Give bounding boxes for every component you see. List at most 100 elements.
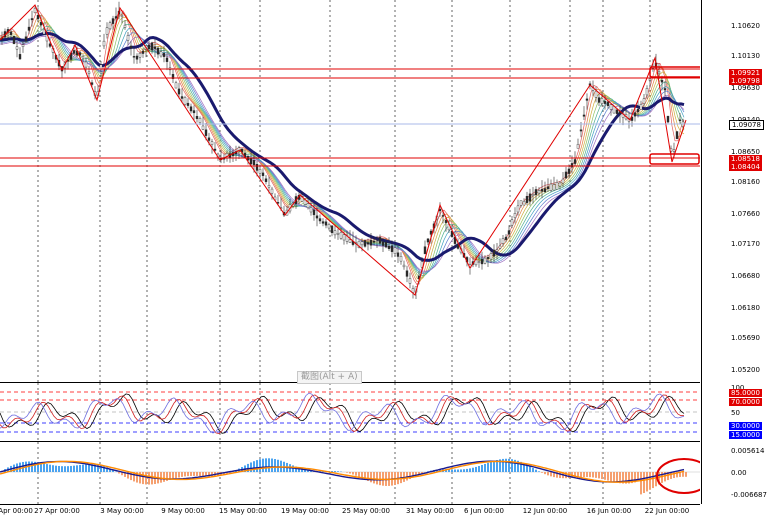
macd-histogram-bar — [352, 472, 354, 475]
macd-tick: 0.00 — [731, 469, 747, 477]
candle-body — [615, 109, 619, 114]
candle-body — [324, 221, 328, 226]
candle-body — [120, 15, 124, 17]
macd-histogram-bar — [175, 472, 177, 479]
price-tick: 1.05200 — [731, 366, 760, 374]
candle-body — [321, 221, 325, 224]
candle-body — [522, 201, 526, 206]
macd-histogram-bar — [172, 472, 174, 480]
macd-histogram-bar — [349, 472, 351, 474]
macd-histogram-bar — [457, 469, 459, 472]
candle-body — [567, 168, 571, 174]
macd-histogram-bar — [544, 472, 546, 475]
macd-histogram-bar — [118, 472, 120, 474]
macd-histogram-bar — [268, 458, 270, 472]
candle-body — [183, 97, 187, 105]
macd-histogram-bar — [481, 464, 483, 472]
candle-body — [102, 40, 106, 47]
macd-histogram-bar — [52, 465, 54, 472]
candle-body — [633, 112, 637, 117]
price-tick: 1.05690 — [731, 334, 760, 342]
candle-body — [540, 189, 544, 192]
osc-level-15: 15.0000 — [729, 431, 762, 439]
candle-body — [363, 240, 367, 247]
macd-histogram-bar — [454, 469, 456, 472]
candle-body — [519, 200, 523, 206]
price-tick: 1.07170 — [731, 240, 760, 248]
macd-histogram-bar — [79, 464, 81, 472]
candle-body — [603, 101, 607, 104]
price-tick: 1.10620 — [731, 22, 760, 30]
candle-body — [582, 114, 586, 117]
macd-histogram-bar — [607, 472, 609, 481]
macd-histogram-bar — [160, 472, 162, 483]
candle-body — [555, 182, 559, 190]
macd-histogram-bar — [61, 466, 63, 472]
candle-body — [477, 261, 481, 263]
macd-histogram-bar — [85, 464, 87, 472]
price-chart-pane[interactable] — [0, 0, 700, 383]
candle-body — [162, 53, 166, 57]
macd-histogram-bar — [508, 458, 510, 472]
macd-histogram-bar — [550, 472, 552, 477]
macd-histogram-bar — [484, 463, 486, 472]
macd-histogram-bar — [142, 472, 144, 485]
candle-body — [675, 131, 679, 140]
macd-histogram-bar — [256, 460, 258, 472]
macd-histogram-bar — [82, 464, 84, 472]
candle-body — [312, 209, 316, 216]
candle-body — [528, 193, 532, 202]
candle-body — [39, 22, 43, 26]
macd-signal-line — [0, 460, 685, 483]
macd-histogram-bar — [49, 464, 51, 472]
candle-body — [201, 125, 205, 130]
candle-body — [180, 96, 184, 99]
macd-histogram-bar — [469, 468, 471, 472]
candle-body — [330, 225, 334, 234]
candle-body — [9, 31, 13, 35]
candle-body — [306, 203, 310, 209]
level-box-3: 1.08518 — [729, 155, 762, 163]
candle-body — [678, 119, 682, 122]
macd-histogram-bar — [661, 472, 663, 483]
macd-histogram-bar — [583, 472, 585, 478]
macd-pane[interactable] — [0, 442, 700, 505]
macd-tick: 0.005614 — [731, 447, 765, 455]
candle-body — [123, 24, 127, 28]
candle-body — [516, 205, 520, 213]
candle-body — [531, 194, 535, 197]
candle-body — [594, 90, 598, 98]
candle-body — [141, 50, 145, 54]
time-tick: 3 May 00:00 — [100, 507, 144, 515]
candle-body — [24, 36, 28, 41]
candle-body — [534, 189, 538, 196]
candle-body — [510, 219, 514, 226]
candle-body — [87, 71, 91, 74]
candle-body — [339, 232, 343, 239]
macd-histogram-bar — [355, 472, 357, 476]
oscillator-line — [0, 392, 685, 434]
macd-histogram-bar — [682, 472, 684, 477]
time-tick: 15 May 00:00 — [218, 507, 268, 515]
oscillator-pane[interactable] — [0, 383, 700, 442]
macd-histogram-bar — [532, 468, 534, 472]
candle-body — [489, 253, 493, 260]
candle-body — [498, 245, 502, 249]
macd-histogram-bar — [262, 458, 264, 472]
candle-body — [84, 61, 88, 68]
candle-body — [495, 249, 499, 252]
macd-histogram-bar — [373, 472, 375, 484]
candle-body — [648, 78, 652, 81]
macd-histogram-bar — [163, 472, 165, 482]
macd-histogram-bar — [190, 472, 192, 476]
candle-body — [423, 246, 427, 255]
ma-fan-line — [0, 20, 685, 278]
time-tick: 9 May 00:00 — [161, 507, 205, 515]
macd-histogram-bar — [451, 469, 453, 472]
candle-body — [90, 82, 94, 85]
candle-body — [372, 240, 376, 243]
macd-histogram-bar — [472, 467, 474, 472]
candle-body — [600, 98, 604, 104]
candle-body — [132, 56, 136, 58]
candle-body — [105, 27, 109, 35]
